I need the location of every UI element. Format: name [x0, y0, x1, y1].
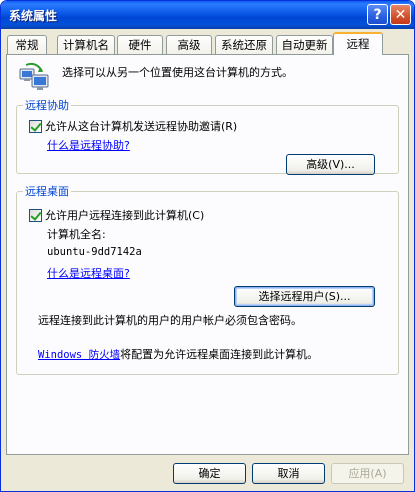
ok-button[interactable]: 确定 — [173, 463, 246, 484]
password-requirement-note: 远程连接到此计算机的用户的用户帐户必须包含密码。 — [38, 314, 302, 327]
system-properties-dialog: 系统属性 ? ✕ 常规 计算机名 硬件 高级 系统还原 自动更新 远程 选择可以… — [0, 0, 415, 492]
firewall-note-text: 将配置为允许远程桌面连接到此计算机。 — [120, 348, 319, 361]
title-bar[interactable]: 系统属性 ? ✕ — [1, 1, 414, 29]
advanced-button[interactable]: 高级(V)... — [286, 154, 375, 175]
window-title: 系统属性 — [9, 9, 58, 23]
remote-desktop-checkbox[interactable] — [29, 208, 42, 222]
tab-advanced[interactable]: 高级 — [166, 35, 212, 54]
help-button[interactable]: ? — [367, 4, 388, 25]
select-remote-users-button[interactable]: 选择远程用户(S)... — [234, 286, 375, 307]
close-icon: ✕ — [394, 6, 407, 23]
remote-assistance-legend: 远程协助 — [25, 99, 69, 112]
tab-automatic-updates[interactable]: 自动更新 — [276, 35, 333, 54]
close-button[interactable]: ✕ — [390, 4, 411, 25]
apply-button: 应用(A) — [331, 463, 404, 484]
what-is-remote-assistance-link[interactable]: 什么是远程协助? — [47, 137, 130, 153]
help-icon: ? — [373, 6, 382, 23]
remote-desktop-checkbox-row[interactable]: 允许用户远程连接到此计算机(C) — [29, 207, 204, 223]
remote-desktop-checkbox-label[interactable]: 允许用户远程连接到此计算机(C) — [45, 207, 204, 223]
windows-firewall-link[interactable]: Windows 防火墙 — [38, 349, 120, 361]
tab-system-restore[interactable]: 系统还原 — [215, 35, 273, 54]
remote-assistance-checkbox-row[interactable]: 允许从这台计算机发送远程协助邀请(R) — [29, 118, 237, 134]
tab-remote[interactable]: 远程 — [333, 32, 383, 55]
tab-hardware[interactable]: 硬件 — [117, 35, 163, 54]
what-is-remote-desktop-link[interactable]: 什么是远程桌面? — [47, 265, 130, 281]
tab-computer-name[interactable]: 计算机名 — [57, 35, 115, 54]
full-computer-name-label: 计算机全名: — [47, 228, 106, 241]
remote-tab-panel: 选择可以从另一个位置使用这台计算机的方式。 远程协助 允许从这台计算机发送远程协… — [6, 54, 409, 455]
remote-desktop-legend: 远程桌面 — [25, 185, 69, 198]
remote-assistance-checkbox[interactable] — [29, 119, 42, 133]
intro-text: 选择可以从另一个位置使用这台计算机的方式。 — [62, 66, 293, 79]
firewall-note: Windows 防火墙将配置为允许远程桌面连接到此计算机。 — [38, 346, 318, 362]
remote-assistance-checkbox-label[interactable]: 允许从这台计算机发送远程协助邀请(R) — [45, 118, 237, 134]
cancel-button[interactable]: 取消 — [252, 463, 325, 484]
tab-general[interactable]: 常规 — [7, 35, 47, 54]
remote-computer-icon — [19, 62, 49, 90]
full-computer-name-value: ubuntu-9dd7142a — [47, 246, 142, 258]
